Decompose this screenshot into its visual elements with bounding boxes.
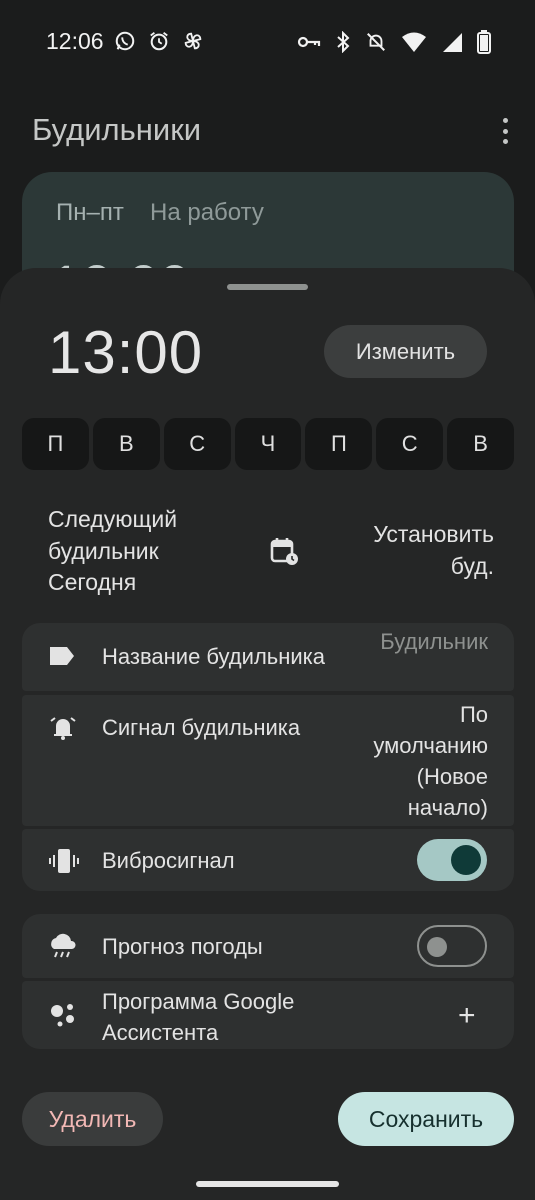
alarm-time[interactable]: 13:00 (48, 318, 203, 387)
vibrate-icon (49, 849, 79, 873)
overflow-menu-icon[interactable] (495, 116, 515, 146)
day-tue[interactable]: В (92, 418, 160, 470)
day-thu[interactable]: Ч (234, 418, 302, 470)
alarm-name-value: Будильник (380, 629, 488, 654)
pinwheel-icon (184, 32, 202, 50)
label-icon (50, 647, 74, 665)
ringtone-row[interactable]: Сигнал будильника По умолчанию (Новое на… (22, 695, 514, 826)
bluetooth-icon (337, 31, 350, 53)
status-time: 12:06 (46, 28, 104, 54)
assistant-icon (51, 1004, 74, 1027)
day-fri[interactable]: П (305, 418, 373, 470)
wifi-icon (402, 32, 426, 52)
weather-row[interactable]: Прогноз погоды (22, 914, 514, 978)
cellular-icon (443, 33, 462, 52)
edit-time-button[interactable]: Изменить (324, 325, 487, 378)
alarm-card-days: Пн–пт (56, 199, 124, 226)
weather-icon (51, 933, 76, 958)
alarm-name-label: Название будильника (102, 644, 326, 669)
assistant-routine-row[interactable]: Программа Google Ассистента + (22, 981, 514, 1049)
vibrate-label: Вибросигнал (102, 848, 235, 873)
battery-icon (477, 30, 491, 54)
add-routine-button[interactable]: + (458, 999, 476, 1033)
day-wed[interactable]: С (163, 418, 231, 470)
ringtone-label: Сигнал будильника (102, 715, 301, 740)
weekday-selector: П В С Ч П С В (22, 418, 515, 470)
weather-label: Прогноз погоды (102, 934, 263, 959)
day-sun[interactable]: В (447, 418, 515, 470)
whatsapp-icon (115, 31, 135, 51)
vibrate-toggle[interactable] (417, 839, 487, 881)
sheet-drag-handle[interactable] (227, 284, 308, 290)
assistant-label: Программа Google Ассистента (102, 989, 295, 1045)
weather-toggle[interactable] (417, 925, 487, 967)
day-sat[interactable]: С (376, 418, 444, 470)
day-mon[interactable]: П (22, 418, 89, 470)
vpn-key-icon (297, 36, 321, 48)
bell-icon (50, 717, 76, 740)
silent-icon (367, 33, 385, 51)
calendar-icon[interactable] (268, 535, 300, 567)
alarm-icon (150, 32, 168, 51)
alarm-card-label: На работу (150, 199, 264, 226)
delete-button[interactable]: Удалить (22, 1092, 163, 1146)
gesture-home-bar[interactable] (196, 1181, 339, 1187)
next-alarm-value: Сегодня (48, 569, 137, 595)
page-title: Будильники (32, 112, 202, 147)
status-left-icons (114, 30, 204, 52)
next-alarm-label: Следующий будильник (48, 506, 178, 564)
save-button[interactable]: Сохранить (338, 1092, 514, 1146)
alarm-name-row[interactable]: Название будильника Будильник (22, 623, 514, 691)
vibrate-row[interactable]: Вибросигнал (22, 829, 514, 891)
ringtone-value: По умолчанию (Новое начало) (373, 702, 488, 820)
set-alarm-calendar-button[interactable]: Установить буд. (330, 518, 494, 582)
status-right-icons (297, 30, 491, 54)
